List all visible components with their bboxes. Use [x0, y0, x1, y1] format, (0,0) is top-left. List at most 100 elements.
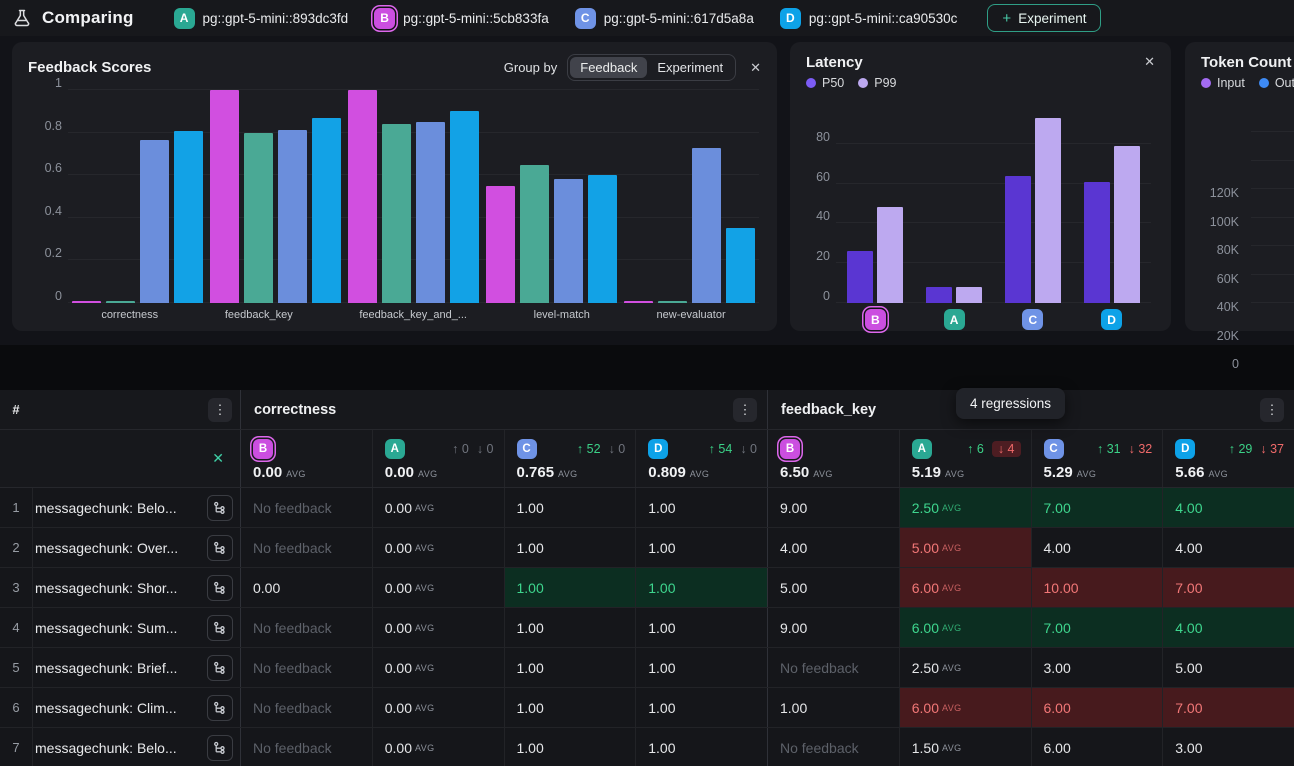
value-cell[interactable]: 4.00: [767, 528, 899, 567]
value-cell[interactable]: 0.00AVG: [372, 688, 504, 727]
value-cell[interactable]: No feedback: [240, 608, 372, 647]
stat-header-C[interactable]: C↑ 52↓ 00.765AVG: [504, 430, 636, 487]
column-menu-icon[interactable]: ⋮: [1260, 398, 1284, 422]
experiment-item[interactable]: Dpg::gpt-5-mini::ca90530c: [780, 8, 958, 29]
run-name-cell[interactable]: messagechunk: Belo...: [32, 488, 240, 527]
clear-filter-icon[interactable]: ✕: [212, 450, 224, 467]
stat-header-B[interactable]: B6.50AVG: [767, 430, 899, 487]
value-cell[interactable]: 9.00: [767, 488, 899, 527]
value-cell[interactable]: 1.00: [635, 648, 767, 687]
group-by-option-experiment[interactable]: Experiment: [647, 57, 733, 78]
value-cell[interactable]: 1.00: [504, 608, 636, 647]
value-cell[interactable]: 7.00: [1162, 688, 1294, 727]
value-cell[interactable]: No feedback: [767, 648, 899, 687]
stat-header-D[interactable]: D↑ 54↓ 00.809AVG: [635, 430, 767, 487]
run-name-cell[interactable]: messagechunk: Sum...: [32, 608, 240, 647]
run-name-cell[interactable]: messagechunk: Shor...: [32, 568, 240, 607]
run-name-cell[interactable]: messagechunk: Clim...: [32, 688, 240, 727]
value-cell[interactable]: 10.00: [1031, 568, 1163, 607]
value-cell[interactable]: No feedback: [240, 648, 372, 687]
value-cell[interactable]: 5.00: [767, 568, 899, 607]
value-cell[interactable]: 9.00: [767, 608, 899, 647]
open-trace-tree-button[interactable]: [207, 495, 233, 521]
value-cell[interactable]: 5.00: [1162, 648, 1294, 687]
value-cell[interactable]: No feedback: [767, 728, 899, 766]
open-trace-tree-button[interactable]: [207, 735, 233, 761]
open-trace-tree-button[interactable]: [207, 615, 233, 641]
value-cell[interactable]: 1.00: [504, 568, 636, 607]
stat-header-D[interactable]: D↑ 29↓ 375.66AVG: [1162, 430, 1294, 487]
value-cell[interactable]: 2.50AVG: [899, 488, 1031, 527]
experiment-badge-list: Apg::gpt-5-mini::893dc3fd Bpg::gpt-5-mini…: [174, 8, 958, 29]
x-axis-experiment-badge[interactable]: C: [1022, 309, 1043, 330]
open-trace-tree-button[interactable]: [207, 535, 233, 561]
run-name-cell[interactable]: messagechunk: Over...: [32, 528, 240, 567]
open-trace-tree-button[interactable]: [207, 575, 233, 601]
value-cell[interactable]: 3.00: [1162, 728, 1294, 766]
add-experiment-button[interactable]: + Experiment: [987, 4, 1101, 32]
value-cell[interactable]: 1.00: [635, 488, 767, 527]
value-cell[interactable]: 6.00AVG: [899, 688, 1031, 727]
value-cell[interactable]: 1.00: [635, 568, 767, 607]
value-cell[interactable]: 1.00: [635, 688, 767, 727]
stat-header-A[interactable]: A↑ 0↓ 00.00AVG: [372, 430, 504, 487]
value-cell[interactable]: 1.00: [504, 728, 636, 766]
x-axis-experiment-badge[interactable]: D: [1101, 309, 1122, 330]
value-cell[interactable]: No feedback: [240, 688, 372, 727]
value-cell[interactable]: 1.00: [635, 528, 767, 567]
value-cell[interactable]: 6.00AVG: [899, 568, 1031, 607]
run-name-cell[interactable]: messagechunk: Belo...: [32, 728, 240, 766]
close-icon[interactable]: ✕: [1144, 54, 1155, 70]
experiment-item[interactable]: Cpg::gpt-5-mini::617d5a8a: [575, 8, 754, 29]
value-cell[interactable]: 6.00AVG: [899, 608, 1031, 647]
value-cell[interactable]: No feedback: [240, 528, 372, 567]
value-cell[interactable]: 7.00: [1031, 608, 1163, 647]
value-cell[interactable]: 4.00: [1162, 528, 1294, 567]
value-cell[interactable]: 0.00AVG: [372, 528, 504, 567]
run-name-cell[interactable]: messagechunk: Brief...: [32, 648, 240, 687]
value-cell[interactable]: 4.00: [1031, 528, 1163, 567]
value-cell[interactable]: 1.00: [635, 608, 767, 647]
value-cell[interactable]: 0.00AVG: [372, 488, 504, 527]
value-cell[interactable]: 0.00AVG: [372, 608, 504, 647]
experiment-item[interactable]: Apg::gpt-5-mini::893dc3fd: [174, 8, 349, 29]
value-cell[interactable]: 7.00: [1031, 488, 1163, 527]
stat-header-B[interactable]: B0.00AVG: [240, 430, 372, 487]
x-axis-experiment-badge[interactable]: B: [865, 309, 886, 330]
stat-header-C[interactable]: C↑ 31↓ 325.29AVG: [1031, 430, 1163, 487]
value-cell[interactable]: No feedback: [240, 488, 372, 527]
value-cell[interactable]: 3.00: [1031, 648, 1163, 687]
stat-top: D↑ 54↓ 0: [648, 439, 757, 459]
value-cell[interactable]: 4.00: [1162, 608, 1294, 647]
open-trace-tree-button[interactable]: [207, 695, 233, 721]
value-cell[interactable]: 0.00AVG: [372, 568, 504, 607]
x-axis-experiment-badge[interactable]: A: [944, 309, 965, 330]
column-menu-icon[interactable]: ⋮: [208, 398, 232, 422]
experiment-item[interactable]: Bpg::gpt-5-mini::5cb833fa: [374, 8, 549, 29]
flask-icon: [12, 8, 32, 28]
open-trace-tree-button[interactable]: [207, 655, 233, 681]
value-cell[interactable]: 6.00: [1031, 728, 1163, 766]
group-by-option-feedback[interactable]: Feedback: [570, 57, 647, 78]
stat-header-A[interactable]: A↑ 6↓ 45.19AVG: [899, 430, 1031, 487]
value-cell[interactable]: 5.00AVG: [899, 528, 1031, 567]
value-cell[interactable]: 4.00: [1162, 488, 1294, 527]
value-cell[interactable]: 0.00AVG: [372, 648, 504, 687]
value-cell[interactable]: 0.00AVG: [372, 728, 504, 766]
close-icon[interactable]: ✕: [750, 60, 761, 76]
value-cell[interactable]: 1.00: [504, 688, 636, 727]
value-cell[interactable]: 1.00: [504, 528, 636, 567]
value-cell[interactable]: 1.00: [504, 648, 636, 687]
value-cell[interactable]: 1.00: [635, 728, 767, 766]
value-cell[interactable]: 0.00: [240, 568, 372, 607]
value-cell[interactable]: 1.00: [504, 488, 636, 527]
value-cell[interactable]: No feedback: [240, 728, 372, 766]
value-cell[interactable]: 1.00: [767, 688, 899, 727]
value-cell[interactable]: 7.00: [1162, 568, 1294, 607]
value-cell[interactable]: 2.50AVG: [899, 648, 1031, 687]
column-menu-icon[interactable]: ⋮: [733, 398, 757, 422]
value-cell[interactable]: 6.00: [1031, 688, 1163, 727]
bar-B-feedback_key: [210, 90, 239, 303]
value-cell[interactable]: 1.50AVG: [899, 728, 1031, 766]
table-stats-header-row: ✕ B0.00AVGA↑ 0↓ 00.00AVGC↑ 52↓ 00.765AVG…: [0, 430, 1294, 488]
